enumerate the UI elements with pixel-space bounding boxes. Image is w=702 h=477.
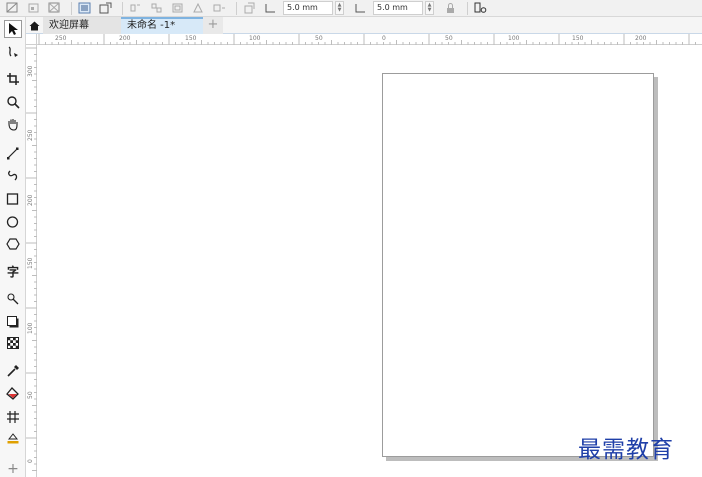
smart-fill-tool-icon[interactable] <box>4 408 22 426</box>
ruler-label: 100 <box>508 35 520 42</box>
watermark-text: 最需教育 <box>578 437 674 463</box>
ruler-label: 0 <box>382 35 386 42</box>
separator <box>122 1 123 15</box>
tab-welcome-screen[interactable]: 欢迎屏幕 <box>43 17 121 34</box>
tab-untitled-document[interactable]: 未命名 -1* <box>121 17 203 34</box>
arrange-icon[interactable] <box>169 1 186 16</box>
spin-down-icon[interactable]: ▼ <box>428 8 432 13</box>
nudge-x-input[interactable]: 5.0 mm <box>283 1 333 15</box>
vertical-ruler[interactable]: 300 250 200 150 100 50 0 <box>26 45 37 477</box>
ruler-label: 200 <box>635 35 647 42</box>
page-size-icon[interactable] <box>4 1 21 16</box>
separator <box>71 1 72 15</box>
all-pages-icon[interactable] <box>76 1 93 16</box>
home-icon[interactable] <box>25 17 43 34</box>
separator <box>467 1 468 15</box>
artistic-media-tool-icon[interactable] <box>4 166 22 184</box>
document-tab-bar: 欢迎屏幕 未命名 -1* + <box>0 17 702 34</box>
ruler-label: 200 <box>119 35 131 42</box>
distribute-icon[interactable] <box>211 1 228 16</box>
ruler-label: 50 <box>445 35 453 42</box>
pick-tool-icon[interactable] <box>4 20 22 38</box>
freehand-tool-icon[interactable] <box>4 144 22 162</box>
property-bar: 5.0 mm ▲ ▼ 5.0 mm ▲ ▼ <box>0 0 702 17</box>
transform-icon[interactable] <box>190 1 207 16</box>
plus-icon: + <box>7 461 19 477</box>
ruler-label: 50 <box>315 35 323 42</box>
add-tool-button[interactable]: + <box>4 460 22 477</box>
separator <box>236 1 237 15</box>
duplicate-distance-icon[interactable] <box>241 1 258 16</box>
options-icon[interactable] <box>472 1 489 16</box>
ruler-origin[interactable] <box>26 34 37 45</box>
shape-tool-icon[interactable] <box>4 43 22 61</box>
ruler-label: 100 <box>27 322 34 334</box>
ellipse-tool-icon[interactable] <box>4 213 22 231</box>
ruler-label: 250 <box>27 129 34 141</box>
nudge-x-icon <box>262 1 279 16</box>
drawing-page[interactable] <box>382 73 654 457</box>
interactive-fill-tool-icon[interactable] <box>4 385 22 403</box>
crop-tool-icon[interactable] <box>4 70 22 88</box>
ruler-label: 0 <box>27 459 34 463</box>
ruler-label: 50 <box>27 391 34 399</box>
units-icon[interactable] <box>127 1 144 16</box>
ruler-label: 150 <box>185 35 197 42</box>
ruler-label: 150 <box>572 35 584 42</box>
spin-down-icon[interactable]: ▼ <box>338 8 342 13</box>
rectangle-tool-icon[interactable] <box>4 190 22 208</box>
coreldraw-window: 5.0 mm ▲▼ 5.0 mm ▲▼ 欢迎屏幕 未命名 -1* + 字 + <box>0 0 702 477</box>
text-tool-icon[interactable]: 字 <box>4 262 22 280</box>
drop-shadow-tool-icon[interactable] <box>4 313 22 331</box>
toolbox: 字 + <box>0 17 26 477</box>
lock-icon[interactable] <box>442 1 459 16</box>
nudge-y-input[interactable]: 5.0 mm <box>373 1 423 15</box>
transparency-tool-icon[interactable] <box>4 334 22 352</box>
pan-tool-icon[interactable] <box>4 115 22 133</box>
page-orientation-icon[interactable] <box>25 1 42 16</box>
current-page-icon[interactable] <box>97 1 114 16</box>
horizontal-ruler[interactable]: 250 200 150 100 50 0 50 100 150 200 <box>37 34 702 45</box>
ruler-label: 150 <box>27 257 34 269</box>
ruler-label: 300 <box>27 65 34 77</box>
ruler-label: 250 <box>55 35 67 42</box>
eyedropper-tool-icon[interactable] <box>4 362 22 380</box>
polygon-tool-icon[interactable] <box>4 235 22 253</box>
ruler-label: 100 <box>249 35 261 42</box>
outline-pen-tool-icon[interactable] <box>4 429 22 447</box>
text-tool-glyph: 字 <box>6 264 19 279</box>
nudge-y-spinner[interactable]: ▲ ▼ <box>425 1 434 15</box>
ruler-label: 200 <box>27 194 34 206</box>
add-tab-button[interactable]: + <box>203 17 223 34</box>
nudge-y-icon <box>352 1 369 16</box>
parallel-dimension-tool-icon[interactable] <box>4 290 22 308</box>
nudge-x-spinner[interactable]: ▲ ▼ <box>335 1 344 15</box>
align-icon[interactable] <box>148 1 165 16</box>
portrait-icon[interactable] <box>46 1 63 16</box>
zoom-tool-icon[interactable] <box>4 93 22 111</box>
